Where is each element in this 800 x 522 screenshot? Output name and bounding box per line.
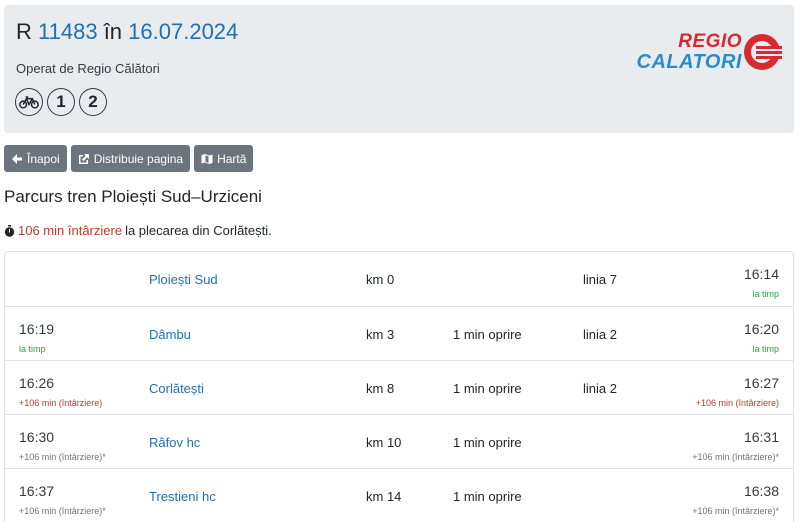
- table-row: 16:37 +106 min (întârziere)* Trestieni h…: [5, 468, 793, 522]
- departure-time: 16:27: [743, 375, 779, 391]
- arrival-status: +106 min (întârziere)*: [19, 452, 106, 462]
- departure-time: 16:14: [743, 266, 779, 282]
- class-1-badge: 1: [47, 88, 75, 116]
- logo-emblem-icon: [744, 34, 782, 70]
- delay-amount: 106 min întârziere: [18, 223, 123, 238]
- arrival-time: 16:37: [19, 483, 55, 499]
- table-row: 16:26 +106 min (întârziere) Corlătești k…: [5, 360, 793, 414]
- station-link[interactable]: Corlătești: [149, 381, 204, 396]
- arrival-status: la timp: [19, 344, 46, 354]
- service-badges: 1 2: [15, 88, 107, 116]
- back-label: Înapoi: [27, 151, 60, 166]
- station-link[interactable]: Dâmbu: [149, 327, 191, 342]
- station-km: km 3: [366, 327, 395, 342]
- date-prefix: în: [103, 19, 123, 44]
- arrow-left-icon: [12, 153, 22, 164]
- table-row: 16:19 la timp Dâmbu km 3 1 min oprire li…: [5, 306, 793, 360]
- arrival-time: 16:19: [19, 321, 55, 337]
- platform-line: linia 2: [583, 381, 617, 396]
- train-prefix: R: [16, 19, 32, 44]
- delay-rest: la plecarea din Corlătești.: [125, 223, 272, 238]
- station-link[interactable]: Trestieni hc: [149, 489, 216, 504]
- departure-time: 16:20: [743, 321, 779, 337]
- station-link[interactable]: Râfov hc: [149, 435, 200, 450]
- logo-text-top: REGIO: [678, 31, 742, 52]
- arrival-status: +106 min (întârziere): [19, 398, 103, 408]
- map-icon: [201, 153, 213, 164]
- stopwatch-icon: [4, 224, 15, 237]
- departure-time: 16:31: [743, 429, 779, 445]
- operator-text: Operat de Regio Călători: [16, 61, 160, 76]
- platform-line: linia 2: [583, 327, 617, 342]
- departure-status: +106 min (întârziere)*: [692, 506, 779, 516]
- departure-time: 16:38: [743, 483, 779, 499]
- map-button[interactable]: Hartă: [194, 145, 254, 172]
- share-button[interactable]: Distribuie pagina: [70, 145, 191, 172]
- stop-duration: 1 min oprire: [453, 489, 522, 504]
- arrival-time: 16:30: [19, 429, 55, 445]
- station-km: km 10: [366, 435, 402, 450]
- date-link[interactable]: 16.07.2024: [128, 19, 238, 44]
- departure-status: +106 min (întârziere)*: [692, 452, 779, 462]
- logo-text-bottom: CALATORI: [636, 51, 742, 73]
- arrival-time: 16:26: [19, 375, 55, 391]
- stop-duration: 1 min oprire: [453, 435, 522, 450]
- station-km: km 14: [366, 489, 402, 504]
- map-label: Hartă: [217, 151, 247, 166]
- route-title: Parcurs tren Ploiești Sud–Urziceni: [4, 187, 262, 206]
- departure-status: la timp: [752, 289, 779, 299]
- regio-calatori-logo: REGIO CALATORI: [636, 25, 786, 77]
- arrival-status: +106 min (întârziere)*: [19, 506, 106, 516]
- delay-notice: 106 min întârziere la plecarea din Corlă…: [4, 223, 272, 238]
- share-icon: [78, 153, 89, 164]
- train-title: R 11483 în 16.07.2024: [16, 19, 238, 45]
- toolbar: Înapoi Distribuie pagina Hartă: [4, 145, 254, 172]
- share-label: Distribuie pagina: [93, 151, 184, 166]
- stop-duration: 1 min oprire: [453, 381, 522, 396]
- departure-status: la timp: [752, 344, 779, 354]
- train-header: R 11483 în 16.07.2024 Operat de Regio Că…: [4, 5, 794, 133]
- class-2-badge: 2: [79, 88, 107, 116]
- departure-status: +106 min (întârziere): [695, 398, 779, 408]
- table-row: Ploiești Sud km 0 linia 7 16:14 la timp: [5, 252, 793, 306]
- table-row: 16:30 +106 min (întârziere)* Râfov hc km…: [5, 414, 793, 468]
- platform-line: linia 7: [583, 272, 617, 287]
- station-km: km 8: [366, 381, 395, 396]
- station-km: km 0: [366, 272, 395, 287]
- bicycle-icon: [15, 88, 43, 116]
- stations-table: Ploiești Sud km 0 linia 7 16:14 la timp …: [4, 251, 794, 522]
- station-link[interactable]: Ploiești Sud: [149, 272, 218, 287]
- train-number-link[interactable]: 11483: [38, 19, 98, 44]
- back-button[interactable]: Înapoi: [4, 145, 67, 172]
- stop-duration: 1 min oprire: [453, 327, 522, 342]
